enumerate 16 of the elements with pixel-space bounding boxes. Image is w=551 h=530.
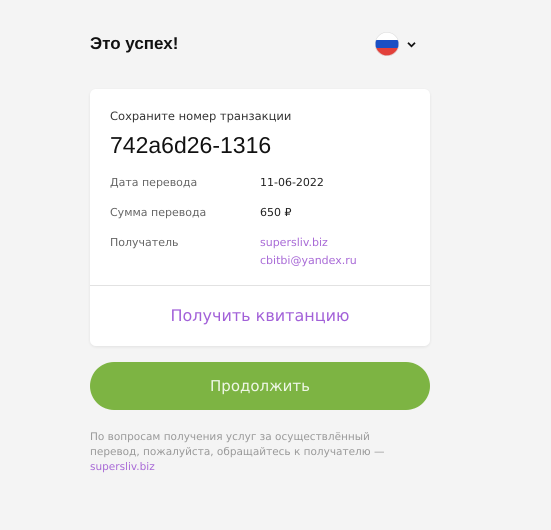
recipient-link[interactable]: supersliv.biz [90,461,155,473]
flag-icon [375,32,399,56]
caption: Сохраните номер транзакции [110,109,292,123]
continue-button[interactable]: Продолжить [90,362,430,410]
page-title: Это успех! [90,34,178,54]
transaction-id: 742a6d26-1316 [110,132,272,159]
detail-label: Сумма перевода [110,206,208,219]
recipient-link[interactable]: cbitbi@yandex.ru [260,254,410,267]
detail-value: 11-06-2022 [260,176,325,189]
language-selector[interactable] [375,32,416,56]
help-text: По вопросам получения услуг за осуществлённый перевод, пожалуйста, обращайтесь к получателю — supersliv.biz [90,430,386,475]
detail-label: Получатель [110,236,180,251]
detail-label: Дата перевода [110,176,198,189]
receipt-link[interactable]: Получить квитанцию [170,306,350,325]
detail-value: 650 ₽ [260,206,292,219]
recipient-link[interactable]: supersliv.biz [260,236,410,249]
